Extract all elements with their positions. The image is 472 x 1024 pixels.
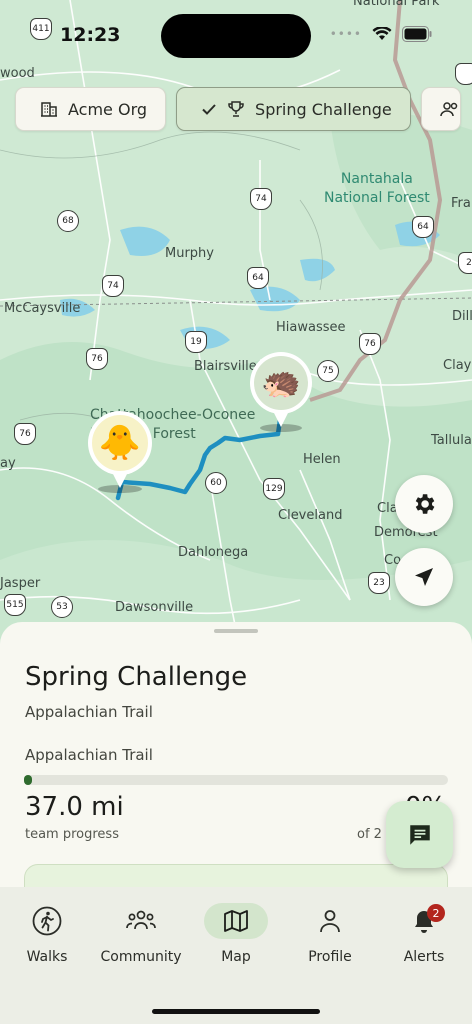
route-shield: 74 (102, 275, 124, 297)
chip-label: Spring Challenge (255, 99, 392, 119)
challenge-sheet[interactable]: Spring Challenge Appalachian Trail Appal… (0, 622, 472, 934)
place-label-nantahala: Nantahala National Forest (324, 171, 430, 206)
battery-icon (402, 26, 432, 42)
hedgehog-avatar: 🦔 (261, 363, 301, 401)
place-label-clay: Clay (443, 358, 472, 373)
building-icon (41, 102, 57, 117)
status-bar: 12:23 •••• (0, 0, 472, 60)
settings-icon (415, 494, 435, 514)
nav-label: Profile (308, 949, 352, 965)
team-progress-label: team progress (25, 827, 119, 842)
route-shield: 75 (317, 360, 339, 382)
route-shield: 53 (51, 596, 73, 618)
route-shield (455, 63, 472, 85)
place-label-ay: ay (0, 456, 16, 471)
route-shield: 515 (4, 594, 26, 616)
nav-alerts[interactable]: 2 Alerts (377, 903, 471, 965)
challenge-subtitle: Appalachian Trail (25, 703, 153, 721)
navigation-arrow-icon (415, 568, 433, 586)
route-shield: 19 (185, 331, 207, 353)
place-label-fra: Fra (451, 196, 471, 211)
alerts-badge: 2 (427, 904, 445, 922)
signal-dots-icon: •••• (329, 27, 362, 41)
chick-avatar: 🐥 (98, 423, 142, 463)
place-label-wood: wood (0, 66, 35, 81)
route-shield: 64 (412, 216, 434, 238)
group-icon (440, 102, 457, 117)
route-shield: 76 (14, 423, 36, 445)
route-shield: 129 (263, 478, 285, 500)
nav-label: Alerts (403, 949, 445, 965)
people-icon (126, 910, 156, 930)
place-label-tallulah: Tallulah (431, 433, 472, 448)
nav-profile[interactable]: Profile (283, 903, 377, 965)
of-total-label: of 2 (357, 827, 382, 842)
filter-chips: Acme Org Spring Challenge (15, 87, 461, 131)
progress-track (24, 775, 448, 785)
chip-group[interactable] (420, 87, 461, 131)
map-icon (224, 910, 248, 932)
nav-map[interactable]: Map (189, 903, 283, 965)
member-marker-hedgehog[interactable]: 🦔 (248, 351, 314, 433)
trail-label: Appalachian Trail (25, 746, 153, 764)
chip-spring-challenge[interactable]: Spring Challenge (176, 87, 411, 131)
chat-button[interactable] (386, 801, 453, 868)
sheet-drag-handle[interactable] (214, 629, 258, 633)
chip-acme-org[interactable]: Acme Org (15, 87, 167, 131)
nav-label: Community (100, 949, 182, 965)
wifi-icon (372, 27, 392, 40)
route-shield: 76 (86, 348, 108, 370)
nav-community[interactable]: Community (94, 903, 188, 965)
chat-icon (409, 824, 430, 845)
nav-label: Walks (26, 949, 68, 965)
distance-value: 37.0 mi (25, 792, 124, 822)
dynamic-island (161, 14, 311, 58)
route-shield: 76 (359, 333, 381, 355)
challenge-title: Spring Challenge (25, 662, 248, 692)
place-label-dill: Dill (452, 309, 472, 324)
nav-label: Map (221, 949, 251, 965)
person-icon (320, 910, 340, 933)
route-shield: 74 (250, 188, 272, 210)
place-label-dahlonega: Dahlonega (178, 545, 249, 560)
route-shield: 60 (205, 472, 227, 494)
route-shield: 23 (368, 572, 390, 594)
home-indicator[interactable] (152, 1009, 320, 1014)
check-icon (202, 104, 216, 115)
place-label-murphy: Murphy (165, 246, 214, 261)
trophy-icon (228, 101, 244, 117)
place-label-jasper: Jasper (0, 576, 41, 591)
place-label-mccaysville: McCaysville (4, 301, 81, 316)
route-shield: 2 (458, 252, 472, 274)
locate-me-button[interactable] (395, 548, 453, 606)
settings-button[interactable] (395, 475, 453, 533)
route-shield: 68 (57, 210, 79, 232)
nav-walks[interactable]: Walks (0, 903, 94, 965)
chip-label: Acme Org (68, 99, 148, 119)
walking-person-icon (32, 906, 62, 936)
status-time: 12:23 (60, 24, 121, 46)
bottom-navigation: Walks Community Map Profile 2 Alerts (0, 887, 472, 1024)
member-marker-chick[interactable]: 🐥 (86, 410, 154, 494)
progress-fill (24, 775, 32, 785)
place-label-helen: Helen (303, 452, 341, 467)
route-shield: 64 (247, 267, 269, 289)
place-label-cleveland: Cleveland (278, 508, 343, 523)
place-label-dawsonville: Dawsonville (115, 600, 194, 615)
place-label-hiawassee: Hiawassee (276, 320, 346, 335)
